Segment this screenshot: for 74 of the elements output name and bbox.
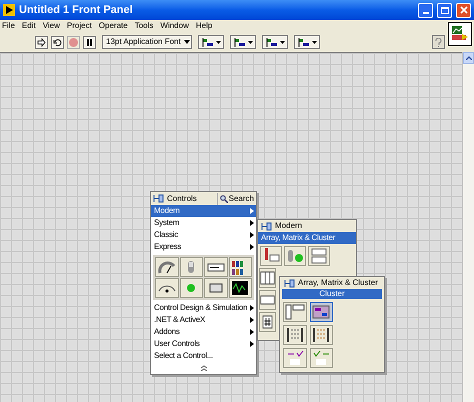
menu-item[interactable]: View bbox=[42, 20, 60, 32]
run-arrow-icon[interactable] bbox=[35, 36, 48, 48]
error-cluster-icon[interactable] bbox=[283, 348, 306, 368]
objects-icon bbox=[234, 38, 246, 46]
complex-matrix-icon[interactable] bbox=[310, 325, 333, 345]
palette-item[interactable]: User Controls bbox=[151, 338, 256, 350]
caret-icon bbox=[280, 40, 284, 44]
matrix-icon[interactable] bbox=[283, 325, 306, 345]
app-icon bbox=[3, 4, 15, 16]
button-icon[interactable] bbox=[204, 278, 228, 298]
toggle-switch-icon[interactable] bbox=[180, 257, 203, 277]
palette-item[interactable]: Control Design & Simulation bbox=[151, 302, 256, 314]
caret-icon bbox=[184, 40, 190, 44]
pin-icon[interactable] bbox=[153, 194, 164, 203]
distribute-objects-button[interactable] bbox=[230, 35, 256, 49]
close-button[interactable] bbox=[456, 2, 471, 18]
gauge-icon[interactable] bbox=[155, 257, 178, 277]
palette-item[interactable]: .NET & ActiveX bbox=[151, 314, 256, 326]
palette-item[interactable]: Addons bbox=[151, 326, 256, 338]
objects-icon bbox=[298, 38, 310, 46]
palette-title: Controls bbox=[167, 192, 197, 204]
array-icon[interactable] bbox=[283, 302, 306, 322]
slider-icon[interactable] bbox=[155, 278, 178, 298]
window-title: Untitled 1 Front Panel bbox=[19, 2, 134, 18]
palette-item[interactable]: Array, Matrix & Cluster bbox=[258, 232, 356, 244]
align-objects-button[interactable] bbox=[198, 35, 224, 49]
palette-item[interactable]: Modern bbox=[151, 205, 256, 217]
cluster-icon[interactable] bbox=[310, 302, 333, 322]
caret-icon bbox=[216, 40, 220, 44]
run-continuously-icon[interactable] bbox=[51, 36, 64, 48]
help-button[interactable] bbox=[432, 35, 445, 49]
palette-item[interactable]: System bbox=[151, 217, 256, 229]
menu-item[interactable]: Operate bbox=[98, 20, 128, 32]
scroll-up-icon[interactable] bbox=[466, 56, 472, 60]
pin-icon[interactable] bbox=[261, 222, 272, 230]
palette-item[interactable]: Express bbox=[151, 241, 256, 253]
refnum-icon[interactable] bbox=[259, 312, 276, 332]
vertical-scrollbar[interactable] bbox=[462, 52, 474, 402]
menu-item[interactable]: Edit bbox=[22, 20, 36, 32]
graph-icon[interactable] bbox=[228, 278, 252, 298]
pin-icon[interactable] bbox=[284, 278, 295, 288]
menu-item[interactable]: File bbox=[2, 20, 15, 32]
search-icon bbox=[220, 194, 228, 202]
front-panel-canvas[interactable]: Controls Search Modern System Classic Express Control Design & Simulation .NET & ActiveX Addons User Controls Select a Control... Modern Array, Matrix & Cluster Array, Matrix & Cluster Cluster bbox=[0, 52, 462, 402]
caret-icon bbox=[248, 40, 252, 44]
toggle-and-led-icon[interactable] bbox=[284, 246, 306, 266]
menu-item[interactable]: Window bbox=[160, 20, 189, 32]
error-cluster-icon[interactable] bbox=[310, 348, 333, 368]
palette-category[interactable]: Cluster bbox=[282, 289, 382, 299]
pause-icon[interactable] bbox=[83, 36, 96, 48]
thermometer-icon[interactable] bbox=[260, 246, 282, 266]
menu-item[interactable]: Tools bbox=[134, 20, 154, 32]
palette-item[interactable]: Select a Control... bbox=[151, 350, 256, 362]
objects-icon bbox=[202, 38, 214, 46]
menu-item[interactable]: Project bbox=[66, 20, 92, 32]
maximize-button[interactable] bbox=[437, 2, 452, 18]
string-control-icon[interactable] bbox=[204, 257, 228, 277]
objects-icon bbox=[266, 38, 278, 46]
menu-item[interactable]: Help bbox=[196, 20, 212, 32]
array-icon[interactable] bbox=[259, 268, 276, 288]
palette-title: Modern bbox=[275, 220, 302, 232]
close-icon bbox=[460, 6, 468, 14]
numeric-control-icon[interactable] bbox=[259, 290, 276, 310]
reorder-button[interactable] bbox=[294, 35, 320, 49]
resize-objects-button[interactable] bbox=[262, 35, 288, 49]
font-dropdown[interactable]: 13pt Application Font bbox=[102, 35, 192, 49]
palette-title: Array, Matrix & Cluster bbox=[298, 277, 378, 289]
string-and-path-icon[interactable] bbox=[308, 246, 330, 266]
caret-icon bbox=[312, 40, 316, 44]
help-icon bbox=[435, 38, 442, 46]
minimize-button[interactable] bbox=[418, 2, 433, 18]
collapse-chevron-icon[interactable] bbox=[200, 365, 206, 371]
palette-item[interactable]: Classic bbox=[151, 229, 256, 241]
vi-icon[interactable] bbox=[448, 22, 472, 46]
